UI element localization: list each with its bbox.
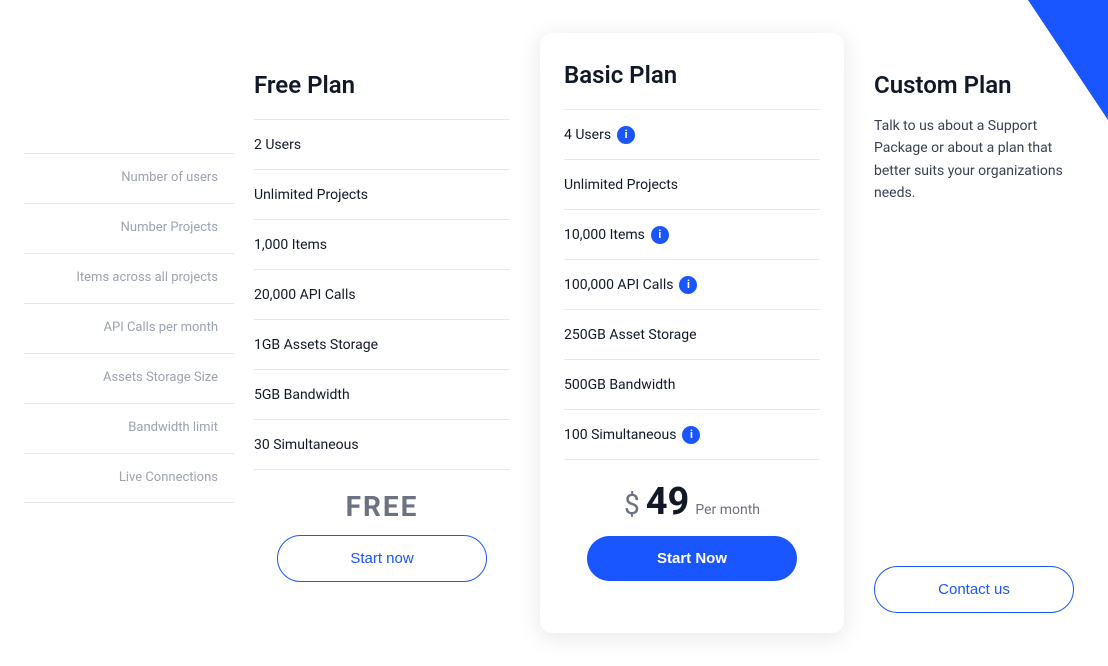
basic-row-users: 4 Users i [564, 110, 820, 160]
free-row-users: 2 Users [254, 120, 510, 170]
connections-info-icon[interactable]: i [682, 426, 700, 444]
basic-row-connections: 100 Simultaneous i [564, 410, 820, 460]
free-row-items: 1,000 Items [254, 220, 510, 270]
label-num-users: Number of users [24, 153, 234, 203]
custom-plan-footer: Contact us [874, 546, 1074, 623]
basic-plan-title: Basic Plan [564, 33, 820, 110]
items-info-icon[interactable]: i [651, 226, 669, 244]
label-num-projects: Number Projects [24, 203, 234, 253]
label-live-connections: Live Connections [24, 453, 234, 503]
label-assets-storage: Assets Storage Size [24, 353, 234, 403]
custom-plan-description: Talk to us about a Support Package or ab… [874, 115, 1074, 205]
labels-column: Number of users Number Projects Items ac… [24, 43, 234, 623]
basic-row-items: 10,000 Items i [564, 210, 820, 260]
pricing-container: Number of users Number Projects Items ac… [24, 43, 1084, 623]
basic-plan-column: Basic Plan 4 Users i Unlimited Projects … [540, 33, 844, 633]
basic-start-button[interactable]: Start Now [587, 536, 797, 581]
label-api-calls: API Calls per month [24, 303, 234, 353]
basic-row-bandwidth: 500GB Bandwidth [564, 360, 820, 410]
users-info-icon[interactable]: i [617, 126, 635, 144]
free-price-label: FREE [346, 490, 419, 523]
free-plan-column: Free Plan 2 Users Unlimited Projects 1,0… [234, 43, 530, 623]
label-items-projects: Items across all projects [24, 253, 234, 303]
custom-contact-button[interactable]: Contact us [874, 566, 1074, 613]
free-start-button[interactable]: Start now [277, 535, 487, 582]
free-row-api: 20,000 API Calls [254, 270, 510, 320]
free-plan-footer: FREE Start now [254, 470, 510, 592]
basic-price-period: Per month [695, 502, 760, 518]
basic-price: $ 49 Per month [624, 480, 760, 524]
free-row-bandwidth: 5GB Bandwidth [254, 370, 510, 420]
basic-price-amount: 49 [646, 480, 690, 524]
free-row-connections: 30 Simultaneous [254, 420, 510, 470]
custom-plan-column: Custom Plan Talk to us about a Support P… [854, 43, 1084, 623]
api-info-icon[interactable]: i [679, 276, 697, 294]
basic-row-projects: Unlimited Projects [564, 160, 820, 210]
basic-row-api: 100,000 API Calls i [564, 260, 820, 310]
basic-price-symbol: $ [624, 488, 640, 521]
free-row-projects: Unlimited Projects [254, 170, 510, 220]
free-plan-title: Free Plan [254, 43, 510, 120]
basic-plan-footer: $ 49 Per month Start Now [564, 460, 820, 591]
basic-row-storage: 250GB Asset Storage [564, 310, 820, 360]
free-row-storage: 1GB Assets Storage [254, 320, 510, 370]
corner-decoration [1028, 0, 1108, 120]
label-bandwidth: Bandwidth limit [24, 403, 234, 453]
